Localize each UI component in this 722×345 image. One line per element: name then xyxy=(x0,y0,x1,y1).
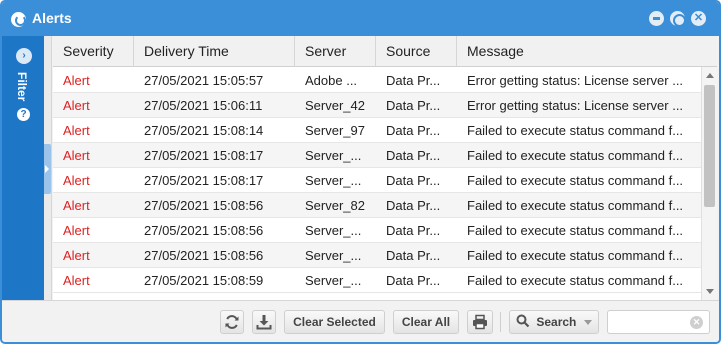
vertical-scrollbar[interactable] xyxy=(701,67,717,300)
table-row[interactable]: Alert 27/05/2021 15:05:57 Adobe ... Data Pr… xyxy=(53,68,701,93)
cell-message: Failed to execute status command f... xyxy=(467,223,684,238)
search-dropdown-label: Search xyxy=(536,315,577,329)
expand-filter-icon[interactable]: › xyxy=(16,48,32,64)
close-button[interactable]: ✕ xyxy=(691,11,706,26)
alerts-window: Alerts ✕ › Filter ? Severity Delivery Ti… xyxy=(0,0,721,344)
refresh-button[interactable] xyxy=(220,310,244,334)
cell-severity: Alert xyxy=(63,248,90,263)
cell-source: Data Pr... xyxy=(386,123,441,138)
cell-source: Data Pr... xyxy=(386,248,441,263)
table-row[interactable]: Alert 27/05/2021 15:06:11 Server_42 Data Pr… xyxy=(53,93,701,118)
cell-delivery-time: 27/05/2021 15:05:57 xyxy=(144,73,264,88)
cell-delivery-time: 27/05/2021 15:08:56 xyxy=(144,198,264,213)
print-button[interactable] xyxy=(467,310,493,334)
cell-message: Failed to execute status command f... xyxy=(467,248,684,263)
search-input[interactable]: ✕ xyxy=(607,310,710,334)
cell-message: Failed to execute status command f... xyxy=(467,273,684,288)
column-header-server[interactable]: Server xyxy=(295,36,376,67)
refresh-icon xyxy=(225,315,239,329)
cell-delivery-time: 27/05/2021 15:08:56 xyxy=(144,248,264,263)
table-row[interactable]: Alert 27/05/2021 15:08:17 Server_... Data P… xyxy=(53,143,701,168)
cell-delivery-time: 27/05/2021 15:08:59 xyxy=(144,273,264,288)
cell-server: Server_... xyxy=(305,273,362,288)
cell-severity: Alert xyxy=(63,173,90,188)
cell-delivery-time: 27/05/2021 15:08:56 xyxy=(144,223,264,238)
toolbar-separator xyxy=(500,312,501,332)
header-scroll-cap xyxy=(701,36,717,67)
cell-message: Failed to execute status command f... xyxy=(467,198,684,213)
cell-server: Server_... xyxy=(305,148,362,163)
alerts-table: Severity Delivery Time Server Source Mes… xyxy=(53,36,701,300)
window-title: Alerts xyxy=(32,10,72,26)
cell-delivery-time: 27/05/2021 15:08:14 xyxy=(144,123,264,138)
cell-source: Data Pr... xyxy=(386,73,441,88)
table-header: Severity Delivery Time Server Source Mes… xyxy=(53,36,701,67)
splitter-expand-handle[interactable] xyxy=(44,144,51,194)
table-row[interactable]: Alert 27/05/2021 15:08:56 Server_... Data P… xyxy=(53,218,701,243)
bottom-toolbar: Clear Selected Clear All Search ✕ xyxy=(2,300,719,342)
cell-severity: Alert xyxy=(63,273,90,288)
help-icon[interactable]: ? xyxy=(17,108,30,121)
cell-message: Failed to execute status command f... xyxy=(467,123,684,138)
table-row[interactable]: Alert 27/05/2021 15:08:56 Server_... Data P… xyxy=(53,243,701,268)
cell-source: Data Pr... xyxy=(386,98,441,113)
cell-server: Server_82 xyxy=(305,198,365,213)
cell-message: Error getting status: License server ... xyxy=(467,73,684,88)
filter-panel: › Filter ? xyxy=(2,36,44,300)
cell-message: Failed to execute status command f... xyxy=(467,173,684,188)
column-header-message[interactable]: Message xyxy=(457,36,701,67)
cell-message: Error getting status: License server ... xyxy=(467,98,684,113)
column-header-delivery-time[interactable]: Delivery Time xyxy=(134,36,295,67)
app-logo-icon xyxy=(11,12,26,27)
title-bar[interactable]: Alerts ✕ xyxy=(2,2,719,36)
minimize-button[interactable] xyxy=(649,11,664,26)
export-button[interactable] xyxy=(252,310,276,334)
cell-source: Data Pr... xyxy=(386,273,441,288)
cell-delivery-time: 27/05/2021 15:06:11 xyxy=(144,98,263,113)
table-row[interactable]: Alert 27/05/2021 15:08:56 Server_82 Data Pr… xyxy=(53,193,701,218)
clear-selected-button[interactable]: Clear Selected xyxy=(284,310,385,334)
cell-server: Server_42 xyxy=(305,98,365,113)
cell-source: Data Pr... xyxy=(386,223,441,238)
cell-source: Data Pr... xyxy=(386,198,441,213)
cell-severity: Alert xyxy=(63,198,90,213)
scroll-up-icon[interactable] xyxy=(706,73,714,78)
download-icon xyxy=(256,315,272,330)
cell-server: Server_... xyxy=(305,223,362,238)
panel-splitter[interactable] xyxy=(44,36,52,300)
cell-severity: Alert xyxy=(63,223,90,238)
cell-server: Server_... xyxy=(305,173,362,188)
cell-message: Failed to execute status command f... xyxy=(467,148,684,163)
scroll-thumb[interactable] xyxy=(704,85,715,207)
cell-severity: Alert xyxy=(63,73,90,88)
cell-server: Server_97 xyxy=(305,123,365,138)
cell-server: Server_... xyxy=(305,248,362,263)
clear-search-icon[interactable]: ✕ xyxy=(690,316,703,329)
restore-button[interactable] xyxy=(670,11,686,27)
table-row[interactable]: Alert 27/05/2021 15:08:14 Server_97 Data Pr… xyxy=(53,118,701,143)
cell-severity: Alert xyxy=(63,123,90,138)
cell-severity: Alert xyxy=(63,148,90,163)
search-dropdown[interactable]: Search xyxy=(509,310,599,334)
search-icon xyxy=(516,314,530,328)
chevron-down-icon xyxy=(584,320,592,325)
print-icon xyxy=(473,314,487,330)
cell-delivery-time: 27/05/2021 15:08:17 xyxy=(144,173,264,188)
scroll-down-icon[interactable] xyxy=(706,289,714,294)
filter-label[interactable]: Filter xyxy=(15,72,29,101)
table-row[interactable]: Alert 27/05/2021 15:08:17 Server_... Data P… xyxy=(53,168,701,193)
cell-source: Data Pr... xyxy=(386,173,441,188)
table-row[interactable]: Alert 27/05/2021 15:08:59 Server_... Data P… xyxy=(53,268,701,293)
cell-severity: Alert xyxy=(63,98,90,113)
cell-server: Adobe ... xyxy=(305,73,358,88)
cell-source: Data Pr... xyxy=(386,148,441,163)
column-header-severity[interactable]: Severity xyxy=(53,36,134,67)
clear-all-button[interactable]: Clear All xyxy=(393,310,459,334)
cell-delivery-time: 27/05/2021 15:08:17 xyxy=(144,148,264,163)
column-header-source[interactable]: Source xyxy=(376,36,457,67)
